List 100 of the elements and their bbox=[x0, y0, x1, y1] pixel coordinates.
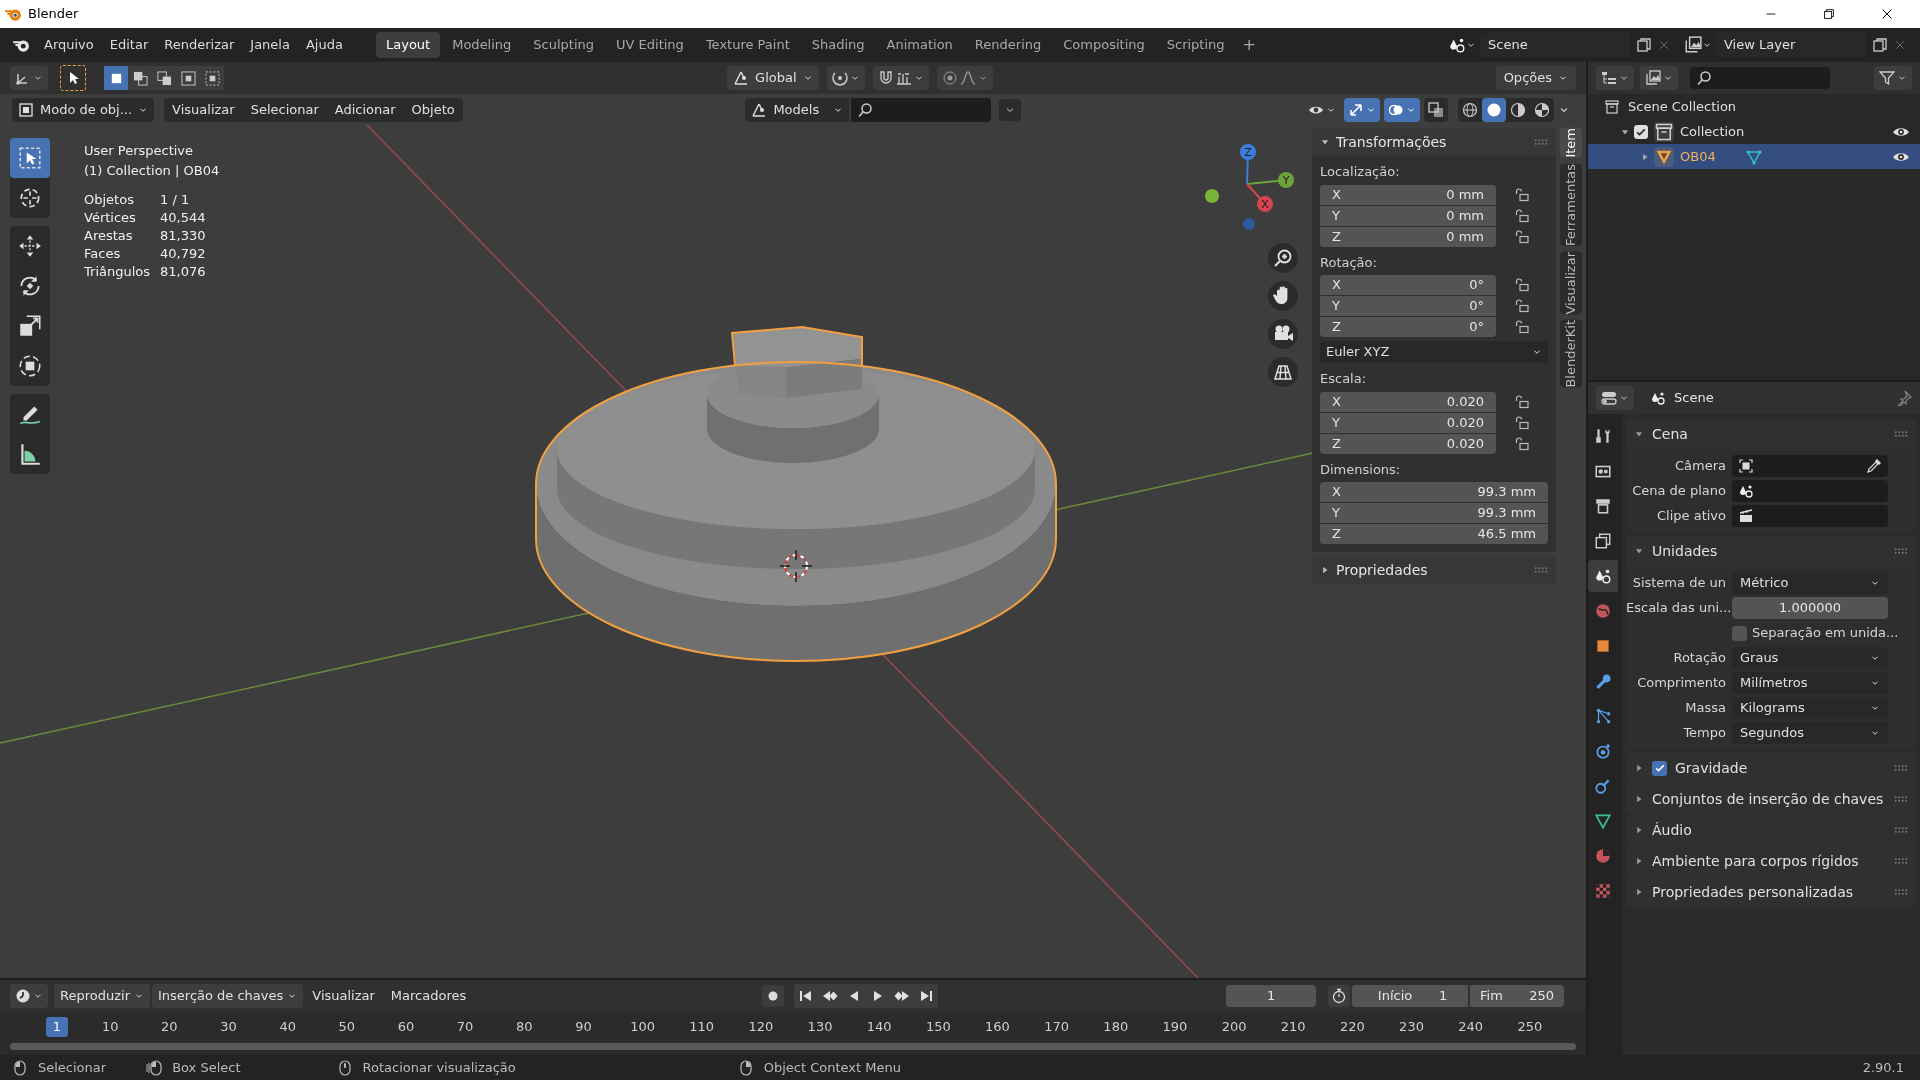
overlays-toggle[interactable] bbox=[1384, 97, 1420, 122]
dropdown[interactable]: Métrico bbox=[1732, 572, 1888, 594]
dropdown[interactable]: Graus bbox=[1732, 647, 1888, 669]
sidebar-tab[interactable]: Visualizar bbox=[1560, 251, 1582, 315]
lock-icon[interactable] bbox=[1514, 186, 1530, 203]
number-field[interactable]: Z 0 mm bbox=[1320, 226, 1496, 247]
close-icon[interactable] bbox=[1880, 7, 1894, 21]
panel-header[interactable]: Propriedades bbox=[1312, 556, 1556, 584]
select-box-tool[interactable] bbox=[10, 138, 50, 178]
number-field[interactable]: 1.000000 bbox=[1732, 597, 1888, 619]
menu-item[interactable]: Ajuda bbox=[297, 32, 351, 58]
filter-button[interactable] bbox=[1874, 66, 1912, 90]
orientation-dropdown[interactable]: Global bbox=[727, 66, 819, 90]
dropdown[interactable]: Milímetros bbox=[1732, 672, 1888, 694]
search-field[interactable] bbox=[1690, 67, 1830, 89]
menu-item[interactable]: Editar bbox=[101, 32, 157, 58]
editor-type-button[interactable] bbox=[1596, 386, 1634, 410]
options-dropdown[interactable]: Opções bbox=[1495, 66, 1576, 90]
workspace-tab[interactable]: UV Editing bbox=[606, 32, 694, 58]
disclosure-triangle-icon[interactable] bbox=[1640, 151, 1650, 162]
panel-header[interactable]: Transformações bbox=[1312, 128, 1556, 156]
mode-dropdown[interactable]: Modo de obj... bbox=[12, 97, 155, 122]
active-tool-button[interactable] bbox=[60, 65, 86, 91]
menu-item[interactable]: Objeto bbox=[403, 97, 463, 122]
intersect-selection-button[interactable] bbox=[200, 66, 224, 90]
filter-toggle-button[interactable] bbox=[999, 98, 1022, 121]
xray-toggle[interactable] bbox=[1424, 97, 1448, 122]
scene-icon[interactable] bbox=[1448, 36, 1466, 54]
panel-header[interactable]: Cena bbox=[1626, 419, 1916, 449]
zoom-icon[interactable] bbox=[1266, 241, 1300, 275]
menu-item[interactable]: Visualizar bbox=[164, 97, 243, 122]
search-field[interactable] bbox=[851, 97, 992, 122]
end-frame-field[interactable]: Fim 250 bbox=[1470, 985, 1564, 1007]
number-field[interactable]: Z 0.020 bbox=[1320, 433, 1496, 454]
panel-header[interactable]: Unidades bbox=[1626, 536, 1916, 566]
workspace-tab[interactable]: Animation bbox=[876, 32, 963, 58]
panel-header[interactable]: Áudio bbox=[1626, 815, 1916, 845]
menu-item[interactable]: Marcadores bbox=[383, 984, 474, 1008]
object-drawing[interactable] bbox=[535, 326, 1057, 662]
menu-item[interactable]: Visualizar bbox=[305, 984, 382, 1008]
current-frame-field[interactable]: 1 bbox=[1226, 985, 1316, 1007]
number-field[interactable]: X 0° bbox=[1320, 275, 1496, 295]
checkbox[interactable] bbox=[1652, 760, 1667, 776]
display-mode-button[interactable] bbox=[1640, 66, 1678, 90]
dropdown[interactable]: Kilograms bbox=[1732, 697, 1888, 719]
dropdown[interactable]: Segundos bbox=[1732, 722, 1888, 744]
menu-dropdown[interactable]: Inserção de chaves bbox=[152, 984, 304, 1008]
sidebar-tab[interactable]: Item bbox=[1560, 128, 1582, 158]
menu-item[interactable]: Janela bbox=[242, 32, 298, 58]
workspace-tab[interactable]: Sculpting bbox=[523, 32, 605, 58]
panel-header[interactable]: Propriedades personalizadas bbox=[1626, 877, 1916, 907]
view-layer-icon[interactable] bbox=[1684, 36, 1702, 54]
camera-field[interactable] bbox=[1732, 455, 1888, 477]
scene-tab[interactable] bbox=[1588, 560, 1618, 592]
pivot-button[interactable] bbox=[826, 66, 865, 90]
menu-item[interactable]: Selecionar bbox=[242, 97, 327, 122]
workspace-tab[interactable]: Scripting bbox=[1156, 32, 1235, 58]
lock-icon[interactable] bbox=[1514, 414, 1530, 431]
number-field[interactable]: Y 0 mm bbox=[1320, 205, 1496, 226]
lock-icon[interactable] bbox=[1514, 435, 1530, 452]
workspace-tab[interactable]: Layout bbox=[376, 32, 441, 58]
lock-icon[interactable] bbox=[1514, 393, 1530, 410]
workspace-tab[interactable]: Shading bbox=[801, 32, 875, 58]
panel-header[interactable]: Gravidade bbox=[1626, 753, 1916, 783]
number-field[interactable]: X 0 mm bbox=[1320, 184, 1496, 205]
lock-icon[interactable] bbox=[1514, 228, 1530, 245]
menu-item[interactable]: Arquivo bbox=[36, 32, 102, 58]
panel-header[interactable]: Ambiente para corpos rígidos bbox=[1626, 846, 1916, 876]
workspace-tab[interactable]: Texture Paint bbox=[695, 32, 800, 58]
menu-item[interactable]: Adicionar bbox=[326, 97, 404, 122]
checkbox[interactable] bbox=[1732, 625, 1747, 641]
new-selection-button[interactable] bbox=[104, 66, 128, 90]
lock-icon[interactable] bbox=[1514, 207, 1530, 224]
gizmos-toggle[interactable] bbox=[1344, 97, 1380, 122]
hand-icon[interactable] bbox=[1266, 279, 1300, 313]
workspace-tab[interactable]: Compositing bbox=[1053, 32, 1155, 58]
solid-shading-button[interactable] bbox=[1482, 97, 1506, 122]
stopwatch-icon[interactable] bbox=[1328, 985, 1350, 1007]
workspace-tab[interactable]: Rendering bbox=[964, 32, 1052, 58]
navigation-gizmo[interactable] bbox=[1205, 144, 1294, 230]
active-clip-field[interactable] bbox=[1732, 505, 1888, 527]
number-field[interactable]: Z 0° bbox=[1320, 317, 1496, 337]
outliner-row[interactable]: OB04 bbox=[1588, 144, 1920, 169]
number-field[interactable]: X 0.020 bbox=[1320, 391, 1496, 412]
number-field[interactable]: Z 46.5 mm bbox=[1320, 524, 1548, 544]
snap-button[interactable] bbox=[872, 66, 929, 90]
lock-icon[interactable] bbox=[1514, 298, 1530, 314]
pin-icon[interactable] bbox=[1896, 390, 1912, 406]
number-field[interactable]: Y 0° bbox=[1320, 296, 1496, 316]
start-frame-field[interactable]: Início 1 bbox=[1352, 985, 1468, 1007]
copy-icon[interactable] bbox=[1872, 37, 1888, 53]
outliner-row[interactable]: Collection bbox=[1588, 119, 1920, 144]
editor-type-button[interactable] bbox=[10, 66, 48, 90]
outliner-row[interactable]: Scene Collection bbox=[1588, 94, 1920, 119]
menu-item[interactable]: Renderizar bbox=[156, 32, 243, 58]
record-icon[interactable] bbox=[761, 985, 784, 1007]
view-layer-field[interactable]: View Layer bbox=[1716, 33, 1866, 57]
checkbox[interactable] bbox=[1634, 124, 1648, 139]
mesh-data-icon[interactable] bbox=[1745, 148, 1762, 165]
add-workspace-button[interactable]: + bbox=[1236, 33, 1262, 57]
